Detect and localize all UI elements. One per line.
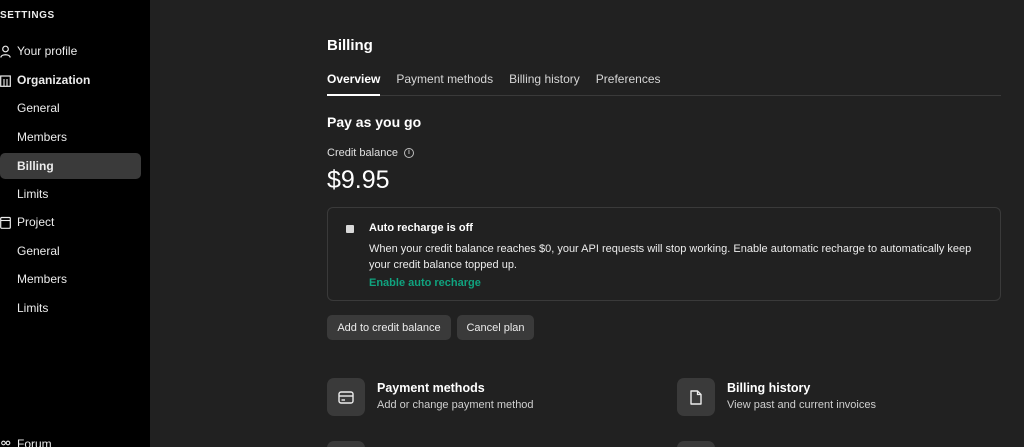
enable-auto-recharge-link[interactable]: Enable auto recharge — [369, 277, 481, 289]
person-icon — [0, 44, 11, 58]
sidebar-item-label: Limits — [17, 301, 49, 315]
stop-icon — [346, 225, 354, 233]
sidebar-item-organization[interactable]: Organization — [0, 67, 141, 93]
next-card-icon-partial[interactable] — [327, 441, 365, 447]
payment-methods-card[interactable]: Payment methods Add or change payment me… — [327, 378, 534, 416]
project-icon — [0, 215, 11, 229]
card-title: Payment methods — [377, 381, 485, 395]
document-icon — [677, 378, 715, 416]
next-card-icon-partial[interactable] — [677, 441, 715, 447]
sidebar-item-project-limits[interactable]: Limits — [0, 295, 141, 321]
sidebar-item-forum[interactable]: Forum — [0, 431, 141, 447]
card-subtitle: Add or change payment method — [377, 399, 534, 411]
tab-preferences[interactable]: Preferences — [596, 72, 661, 96]
sidebar-heading: SETTINGS — [0, 10, 55, 21]
page-title: Billing — [327, 37, 373, 54]
auto-recharge-title: Auto recharge is off — [369, 222, 473, 234]
sidebar-item-billing[interactable]: Billing — [0, 153, 141, 179]
cancel-plan-button[interactable]: Cancel plan — [457, 315, 534, 340]
sidebar-item-org-members[interactable]: Members — [0, 124, 141, 150]
add-to-credit-balance-button[interactable]: Add to credit balance — [327, 315, 451, 340]
settings-sidebar: SETTINGS Your profile Organization Gener… — [0, 0, 150, 447]
sidebar-item-project[interactable]: Project — [0, 209, 141, 235]
sidebar-item-label: Limits — [17, 187, 49, 201]
card-title: Billing history — [727, 381, 811, 395]
billing-history-card[interactable]: Billing history View past and current in… — [677, 378, 876, 416]
sidebar-item-label: Members — [17, 272, 68, 286]
sidebar-item-label: General — [17, 101, 60, 115]
sidebar-item-label: Your profile — [17, 44, 78, 58]
sidebar-item-project-general[interactable]: General — [0, 238, 141, 264]
sidebar-item-project-members[interactable]: Members — [0, 266, 141, 292]
billing-tabs: Overview Payment methods Billing history… — [327, 72, 1001, 96]
tab-overview[interactable]: Overview — [327, 72, 381, 96]
sidebar-item-label: Forum — [17, 437, 52, 447]
section-title: Pay as you go — [327, 114, 422, 130]
auto-recharge-panel: Auto recharge is off When your credit ba… — [327, 207, 1001, 301]
credit-balance-label: Credit balance i — [327, 147, 414, 159]
sidebar-item-label: General — [17, 244, 60, 258]
credit-balance-label-text: Credit balance — [327, 147, 398, 159]
tab-billing-history[interactable]: Billing history — [509, 72, 580, 96]
sidebar-item-org-general[interactable]: General — [0, 95, 141, 121]
building-icon — [0, 73, 11, 87]
tab-payment-methods[interactable]: Payment methods — [396, 72, 493, 96]
credit-card-icon — [327, 378, 365, 416]
credit-balance-value: $9.95 — [327, 166, 390, 194]
sidebar-item-org-limits[interactable]: Limits — [0, 181, 141, 207]
auto-recharge-description: When your credit balance reaches $0, you… — [369, 243, 972, 271]
sidebar-item-label: Project — [17, 215, 55, 229]
sidebar-item-your-profile[interactable]: Your profile — [0, 38, 141, 64]
people-icon — [0, 437, 11, 447]
sidebar-item-label: Billing — [17, 159, 54, 173]
sidebar-item-label: Members — [17, 130, 68, 144]
info-icon[interactable]: i — [403, 148, 414, 158]
sidebar-item-label: Organization — [17, 73, 91, 87]
card-subtitle: View past and current invoices — [727, 399, 876, 411]
